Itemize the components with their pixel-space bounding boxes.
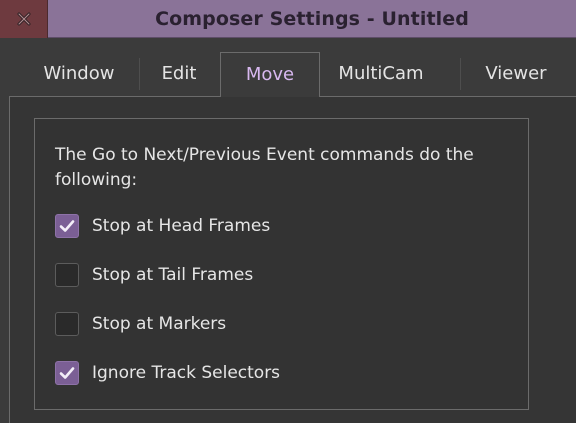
composer-settings-window: Composer Settings - Untitled Window Edit… (0, 0, 576, 423)
event-commands-description: The Go to Next/Previous Event commands d… (55, 145, 474, 190)
stop-at-head-frames-label: Stop at Head Frames (92, 216, 271, 236)
stop-at-head-frames-option[interactable]: Stop at Head Frames (55, 212, 270, 240)
tab-move[interactable]: Move (220, 52, 320, 97)
stop-at-markers-checkbox[interactable] (55, 312, 79, 336)
tab-multicam[interactable]: MultiCam (321, 52, 441, 96)
stop-at-markers-label: Stop at Markers (92, 314, 227, 334)
stop-at-head-frames-checkbox[interactable] (55, 214, 79, 238)
move-tab-panel: The Go to Next/Previous Event commands d… (9, 97, 576, 423)
tab-viewer[interactable]: Viewer (461, 52, 571, 96)
stop-at-tail-frames-checkbox[interactable] (55, 263, 79, 287)
tab-window[interactable]: Window (20, 52, 138, 96)
checkmark-icon (59, 367, 75, 379)
close-button[interactable] (0, 0, 48, 38)
ignore-track-selectors-checkbox[interactable] (55, 361, 79, 385)
stop-at-markers-option[interactable]: Stop at Markers (55, 310, 226, 338)
checkmark-icon (59, 220, 75, 232)
tab-edit[interactable]: Edit (140, 52, 218, 96)
stop-at-tail-frames-option[interactable]: Stop at Tail Frames (55, 261, 253, 289)
title-bar[interactable]: Composer Settings - Untitled (0, 0, 576, 38)
stop-at-tail-frames-label: Stop at Tail Frames (92, 265, 254, 285)
window-title: Composer Settings - Untitled (155, 8, 469, 30)
ignore-track-selectors-label: Ignore Track Selectors (92, 363, 281, 383)
close-icon (17, 12, 30, 26)
tab-bar: Window Edit Move MultiCam Viewer (0, 38, 576, 97)
ignore-track-selectors-option[interactable]: Ignore Track Selectors (55, 359, 280, 387)
event-navigation-group: The Go to Next/Previous Event commands d… (34, 118, 529, 410)
